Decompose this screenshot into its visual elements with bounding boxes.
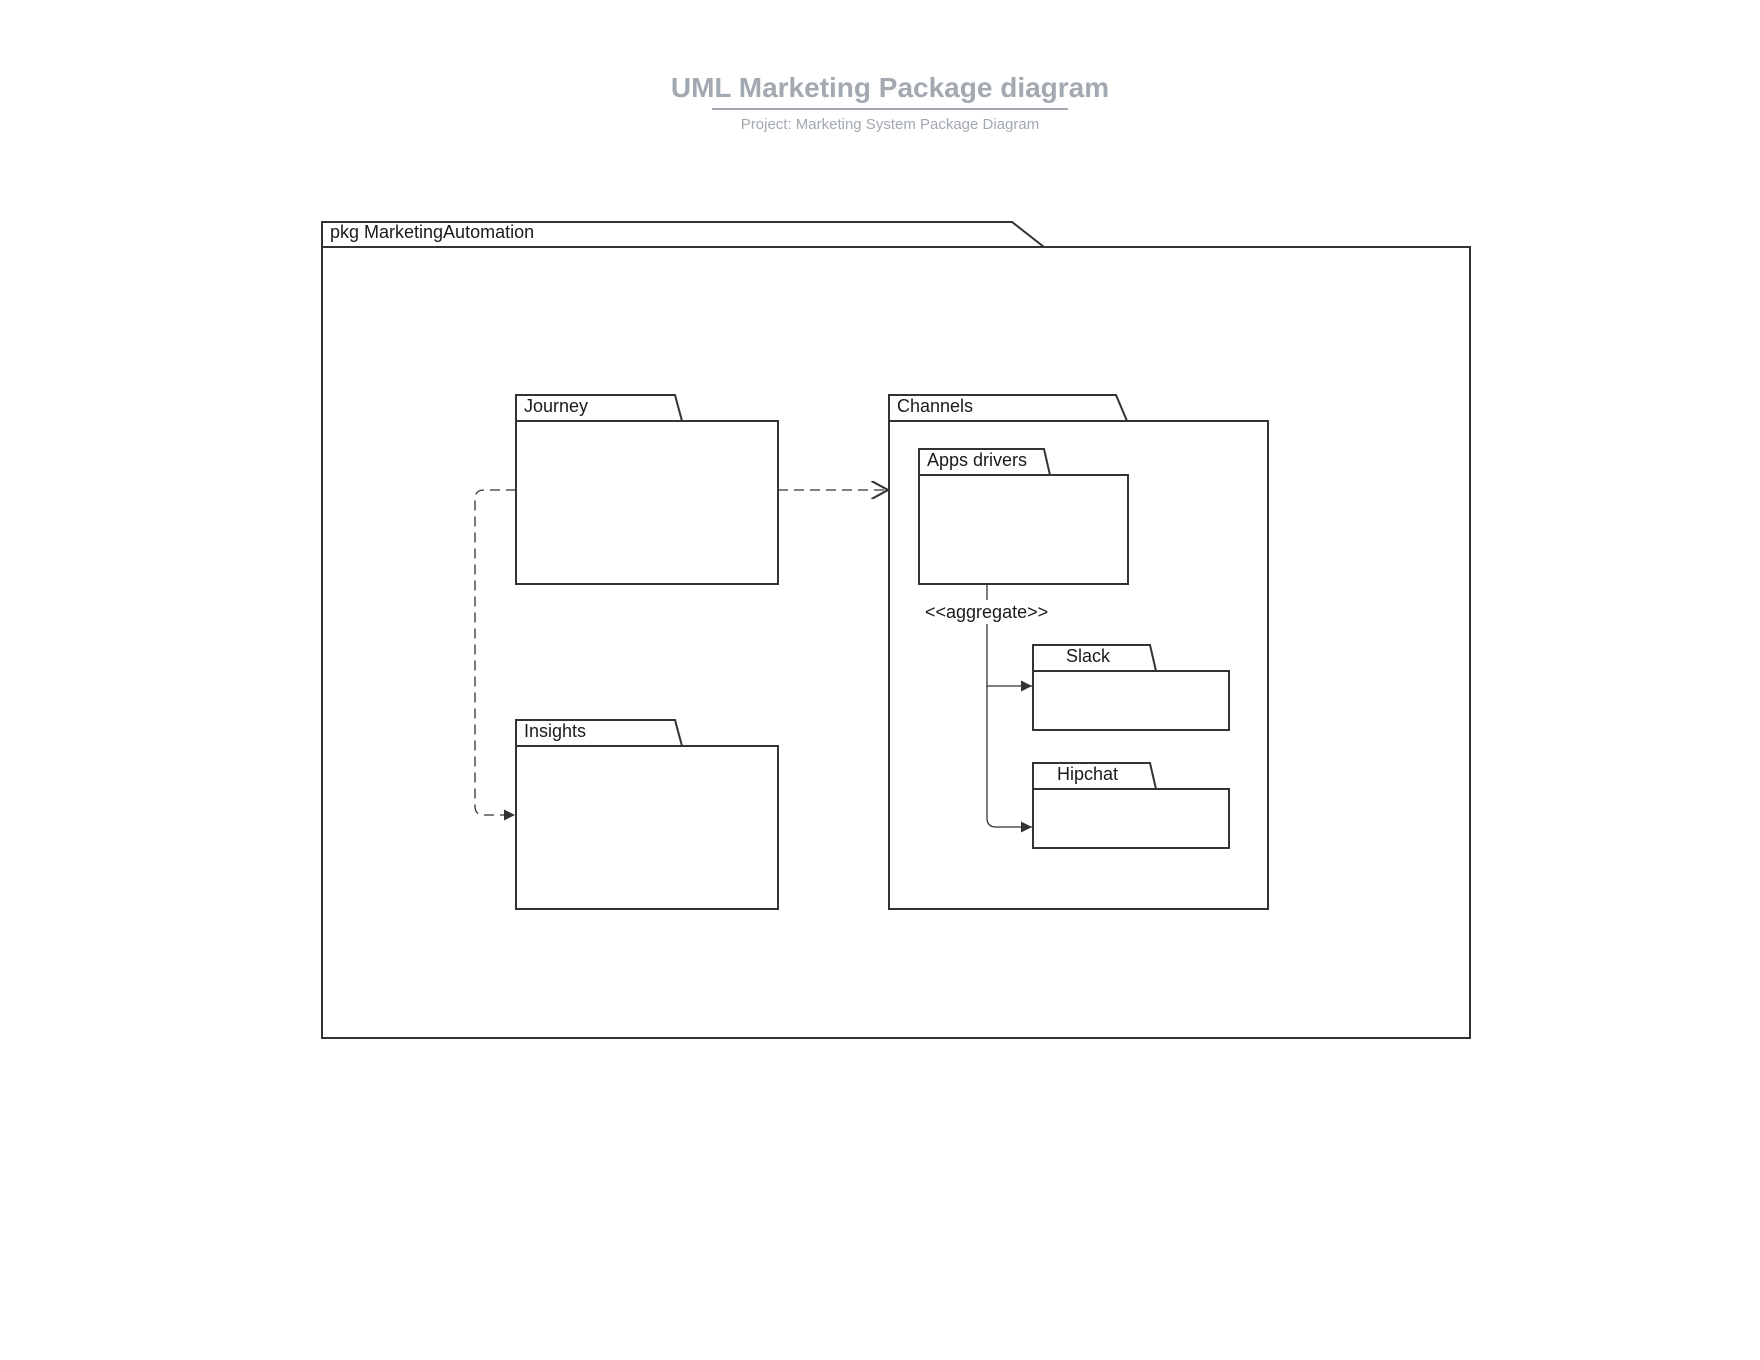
package-diagram-canvas: pkg MarketingAutomation Journey Insights… <box>321 221 1471 1039</box>
package-label: Insights <box>524 721 586 741</box>
package-body <box>1032 788 1230 849</box>
package-label: Channels <box>897 396 973 416</box>
package-journey[interactable]: Journey <box>515 394 779 585</box>
package-label: Apps drivers <box>927 450 1027 470</box>
package-label: Hipchat <box>1057 764 1118 784</box>
package-body <box>515 420 779 585</box>
package-insights[interactable]: Insights <box>515 719 779 910</box>
package-body <box>515 745 779 910</box>
aggregate-label: <<aggregate>> <box>925 602 1048 622</box>
package-label: Journey <box>524 396 588 416</box>
package-label: Slack <box>1066 646 1111 666</box>
package-label: pkg MarketingAutomation <box>330 222 534 242</box>
package-body <box>918 474 1129 585</box>
package-body <box>1032 670 1230 731</box>
